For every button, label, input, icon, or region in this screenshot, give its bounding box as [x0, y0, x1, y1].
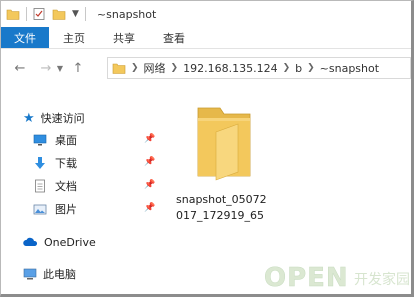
folder-label-line: snapshot_05072 — [176, 193, 267, 206]
chevron-right-icon[interactable]: ❯ — [307, 63, 315, 73]
breadcrumb-host[interactable]: 192.168.135.124 — [183, 62, 277, 75]
window-title: ~snapshot — [96, 7, 157, 21]
customize-quick-access-icon[interactable]: ▼ — [72, 9, 79, 19]
pin-icon[interactable]: 📌 — [144, 134, 155, 144]
pin-icon[interactable]: 📌 — [144, 180, 155, 190]
computer-icon — [23, 268, 37, 280]
desktop-icon — [33, 134, 47, 146]
nav-onedrive-label: OneDrive — [44, 235, 96, 249]
breadcrumb-network[interactable]: 网络 — [144, 60, 166, 76]
nav-item-label: 桌面 — [55, 134, 77, 147]
navigation-bar: ← → ▼ ↑ ❯ 网络 ❯ 192.168.135.124 ❯ b ❯ ~sn… — [1, 56, 411, 80]
breadcrumb-share[interactable]: b — [295, 62, 302, 75]
up-arrow-icon[interactable]: ↑ — [69, 59, 87, 77]
pin-icon[interactable]: 📌 — [144, 203, 155, 213]
nav-this-pc[interactable]: 此电脑 — [23, 264, 76, 284]
divider — [84, 7, 86, 21]
chevron-right-icon[interactable]: ❯ — [171, 63, 179, 73]
star-icon: ★ — [23, 110, 35, 126]
nav-item-desktop[interactable]: 桌面 — [33, 130, 77, 150]
download-icon — [35, 157, 45, 169]
navigation-pane: ★ 快速访问 桌面 📌 下载 📌 文档 📌 图片 📌 OneDrive 此电脑 — [1, 92, 161, 292]
properties-icon[interactable] — [32, 7, 46, 21]
nav-item-downloads[interactable]: 下载 — [33, 153, 77, 173]
chevron-right-icon[interactable]: ❯ — [283, 63, 291, 73]
picture-icon — [33, 204, 47, 215]
nav-item-label: 文档 — [55, 180, 77, 193]
new-folder-icon[interactable] — [52, 7, 66, 21]
tab-file[interactable]: 文件 — [1, 27, 49, 48]
onedrive-icon — [23, 237, 38, 246]
watermark-logo: OPEN 开发家园 — [264, 263, 410, 292]
divider — [26, 7, 27, 21]
watermark-text-cn: 开发家园 — [354, 271, 410, 288]
tab-view[interactable]: 查看 — [149, 27, 199, 48]
folder-label-line: 017_172919_65 — [176, 209, 264, 222]
tab-home[interactable]: 主页 — [49, 27, 99, 48]
nav-item-documents[interactable]: 文档 — [33, 176, 77, 196]
folder-label[interactable]: snapshot_05072 017_172919_65 — [176, 192, 276, 224]
nav-onedrive[interactable]: OneDrive — [23, 232, 96, 252]
nav-item-label: 图片 — [55, 203, 77, 216]
tab-share[interactable]: 共享 — [99, 27, 149, 48]
back-arrow-icon[interactable]: ← — [11, 59, 29, 77]
nav-quick-access-label: 快速访问 — [40, 112, 85, 125]
folder-icon — [112, 63, 126, 74]
folder-icon[interactable] — [194, 104, 254, 184]
ribbon-tabs: 文件 主页 共享 查看 — [1, 27, 411, 49]
address-bar[interactable]: ❯ 网络 ❯ 192.168.135.124 ❯ b ❯ ~snapshot — [107, 57, 411, 79]
forward-arrow-icon[interactable]: → — [37, 59, 55, 77]
nav-item-label: 下载 — [55, 157, 77, 170]
nav-item-pictures[interactable]: 图片 — [33, 199, 77, 219]
pin-icon[interactable]: 📌 — [144, 157, 155, 167]
recent-locations-icon[interactable]: ▼ — [55, 59, 65, 77]
watermark-text: OPEN — [264, 263, 349, 292]
nav-quick-access[interactable]: ★ 快速访问 — [23, 108, 85, 128]
folder-icon[interactable] — [6, 7, 20, 21]
breadcrumb-current[interactable]: ~snapshot — [320, 62, 379, 75]
title-bar: ▼ ~snapshot — [1, 1, 411, 27]
nav-this-pc-label: 此电脑 — [43, 268, 76, 281]
document-icon — [35, 179, 45, 193]
chevron-right-icon[interactable]: ❯ — [131, 63, 139, 73]
